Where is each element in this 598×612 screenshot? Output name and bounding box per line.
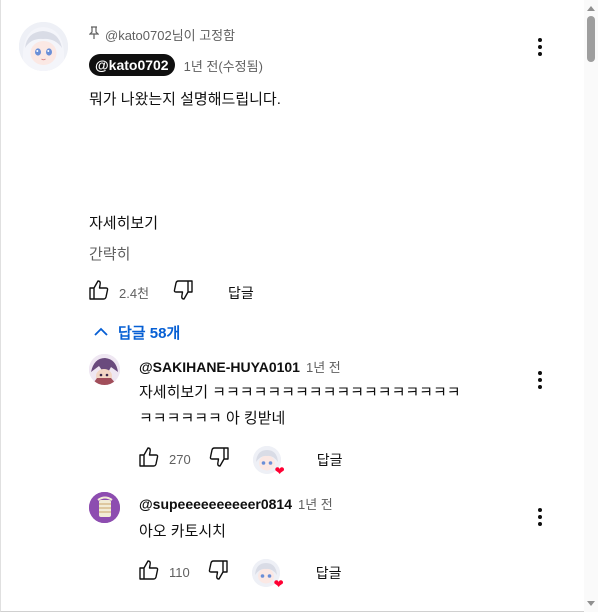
avatar[interactable] [19,22,68,71]
read-more-link[interactable]: 자세히보기 [89,212,158,233]
like-button[interactable]: 270 [137,445,191,474]
reply-text-line: ㅋㅋㅋㅋㅋㅋ 아 킹받네 [139,410,286,427]
thumbs-down-icon [171,278,195,307]
like-count: 270 [169,452,191,467]
reply-author[interactable]: @SAKIHANE-HUYA0101 [139,359,300,375]
chevron-up-icon [94,324,108,341]
reply-time[interactable]: 1년 전 [306,357,341,376]
reply-avatar[interactable] [89,492,120,523]
replies-toggle-button[interactable]: 답글 58개 [94,322,180,343]
more-vert-icon[interactable] [528,505,552,529]
dislike-button[interactable] [206,558,230,587]
reply-text-line: 아오 카토시치 [139,523,226,540]
more-vert-icon[interactable] [528,368,552,392]
reply-text: 아오 카토시치 [139,519,226,545]
reply-header: @supeeeeeeeeeer0814 1년 전 [139,494,333,513]
reply-text: 자세히보기 ㅋㅋㅋㅋㅋㅋㅋㅋㅋㅋㅋㅋㅋㅋㅋㅋㅋㅋ ㅋㅋㅋㅋㅋㅋ 아 킹받네 [139,380,461,432]
dislike-button[interactable] [171,278,195,307]
reply-actions: 270 ❤ 답글 [137,445,343,477]
reply-button[interactable]: 답글 [228,283,254,303]
creator-heart-badge: ❤ [251,558,284,590]
like-count: 110 [169,565,190,580]
show-less-link[interactable]: 간략히 [89,243,130,264]
scroll-up-arrow-icon[interactable] [587,6,595,11]
thumbs-up-icon [137,445,161,474]
creator-heart-badge: ❤ [252,445,285,477]
reply-author[interactable]: @supeeeeeeeeeer0814 [139,496,292,512]
heart-icon: ❤ [274,463,285,478]
scrollbar[interactable] [584,0,598,612]
comment-header: @kato0702 1년 전(수정됨) [89,54,263,76]
heart-icon: ❤ [273,576,284,591]
reply-header: @SAKIHANE-HUYA0101 1년 전 [139,357,341,376]
thumbs-down-icon [207,445,231,474]
reply-button[interactable]: 답글 [316,563,342,583]
more-vert-icon[interactable] [528,35,552,59]
reply-time[interactable]: 1년 전 [298,494,333,513]
pinned-by-text: @kato0702님이 고정함 [105,28,236,43]
scroll-thumb[interactable] [587,16,595,62]
dislike-button[interactable] [207,445,231,474]
pin-icon [88,26,100,43]
reply-actions: 110 ❤ 답글 [137,558,342,590]
comment-actions: 2.4천 답글 [87,278,254,307]
replies-count-label: 답글 58개 [118,325,181,342]
thumbs-up-icon [87,278,111,307]
thumbs-down-icon [206,558,230,587]
comment-text: 뭐가 나왔는지 설명해드립니다. [89,91,281,108]
like-count: 2.4천 [119,286,150,301]
reply-text-line: 자세히보기 ㅋㅋㅋㅋㅋㅋㅋㅋㅋㅋㅋㅋㅋㅋㅋㅋㅋㅋ [139,384,461,401]
like-button[interactable]: 110 [137,558,190,587]
comment-time[interactable]: 1년 전(수정됨) [184,56,263,75]
author-name[interactable]: @kato0702 [89,54,175,76]
pinned-label: @kato0702님이 고정함 [88,25,236,44]
thumbs-up-icon [137,558,161,587]
reply-avatar[interactable] [89,354,120,385]
scroll-down-arrow-icon[interactable] [587,601,595,606]
reply-button[interactable]: 답글 [317,450,343,470]
like-button[interactable]: 2.4천 [87,278,149,307]
